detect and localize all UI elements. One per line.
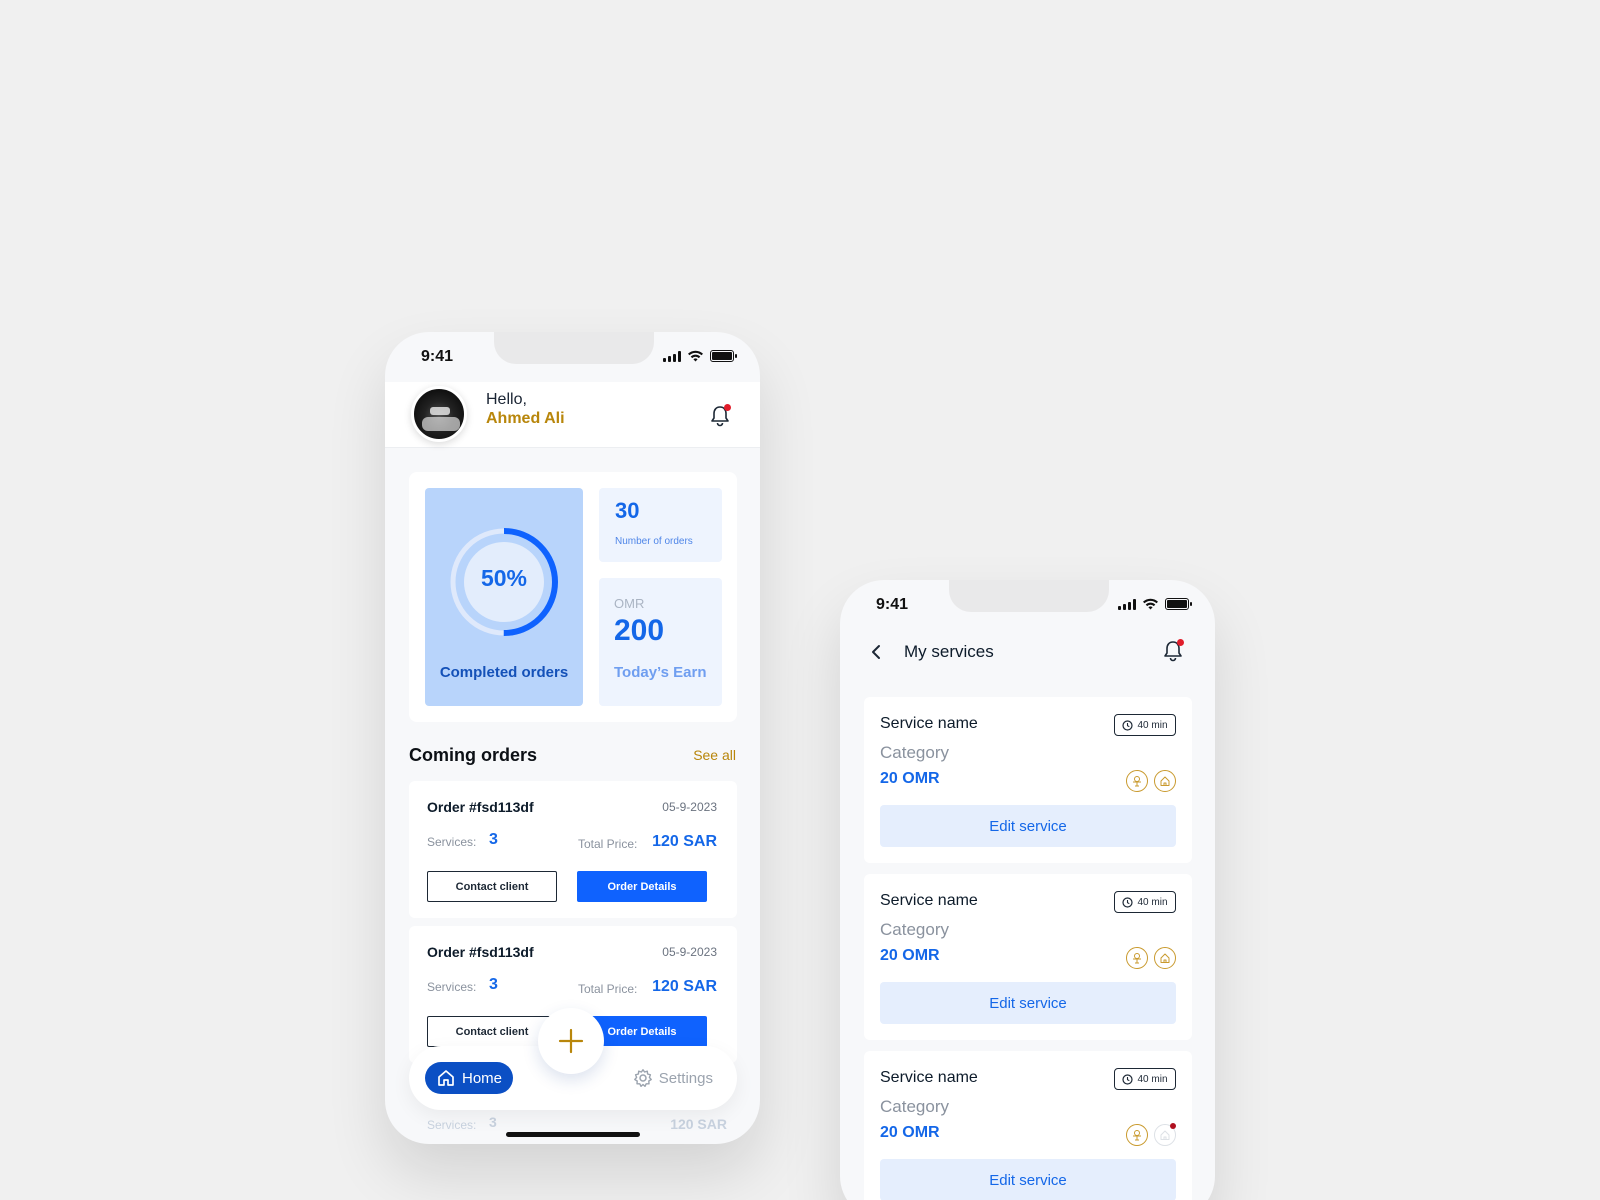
section-title: Coming orders [409, 745, 538, 765]
services-label: Services: [427, 835, 477, 849]
battery-icon [710, 350, 737, 362]
service-card[interactable]: Service name Category 20 OMR 40 min Edit… [864, 874, 1192, 1040]
add-button[interactable] [538, 1008, 604, 1074]
service-price: 20 OMR [880, 947, 940, 964]
back-arrow-icon[interactable] [866, 642, 886, 662]
service-type-icons [1126, 947, 1176, 969]
duration-badge: 40 min [1114, 714, 1176, 736]
salon-icon [1126, 770, 1148, 792]
services-count: 3 [489, 976, 498, 993]
notification-bell-icon[interactable] [1160, 638, 1186, 664]
peek-services-count: 3 [489, 1114, 497, 1130]
status-icons [663, 350, 737, 362]
nav-settings-label: Settings [658, 1069, 713, 1087]
orders-label: Number of orders [615, 536, 693, 547]
services-count: 3 [489, 831, 498, 848]
home-service-icon [1154, 770, 1176, 792]
orders-count: 30 [615, 498, 640, 523]
page-title: My services [904, 642, 994, 661]
service-price: 20 OMR [880, 770, 940, 787]
see-all-link[interactable]: See all [693, 747, 736, 763]
signal-icon [1118, 599, 1136, 610]
order-id: Order #fsd113df [427, 944, 534, 960]
clock-icon [1122, 719, 1134, 731]
status-time: 9:41 [876, 596, 909, 613]
services-label: Services: [427, 980, 477, 994]
service-category: Category [880, 920, 949, 939]
my-services-screen: 9:41 My services Service name Category 2… [840, 580, 1215, 1200]
service-type-icons [1126, 770, 1176, 792]
clock-icon [1122, 1073, 1134, 1085]
service-name: Service name [880, 715, 978, 732]
duration-badge: 40 min [1114, 1068, 1176, 1090]
order-date: 05-9-2023 [662, 945, 717, 959]
notch [494, 332, 654, 364]
salon-icon [1126, 1124, 1148, 1146]
earn-currency: OMR [614, 596, 645, 611]
order-details-button[interactable]: Order Details [577, 871, 707, 902]
completed-percent: 50% [480, 565, 528, 591]
completed-orders-box[interactable]: 50% Completed orders [425, 488, 583, 706]
edit-service-button[interactable]: Edit service [880, 805, 1176, 847]
service-name: Service name [880, 1069, 978, 1086]
edit-service-button[interactable]: Edit service [880, 1159, 1176, 1200]
total-price-label: Total Price: [578, 837, 638, 851]
gear-icon [633, 1069, 652, 1087]
service-name: Service name [880, 892, 978, 909]
nav-home-label: Home [461, 1069, 502, 1087]
wifi-icon [1143, 598, 1158, 610]
status-time: 9:41 [421, 348, 454, 365]
order-id: Order #fsd113df [427, 799, 534, 815]
service-card[interactable]: Service name Category 20 OMR 40 min Edit… [864, 697, 1192, 863]
completed-label: Completed orders [439, 664, 569, 681]
service-category: Category [880, 1097, 949, 1116]
today-earn-box[interactable]: OMR 200 Today’s Earn [599, 578, 722, 706]
user-name: Ahmed Ali [486, 410, 565, 427]
order-card[interactable]: Order #fsd113df 05-9-2023 Services: 3 To… [409, 781, 737, 918]
service-card[interactable]: Service name Category 20 OMR 40 min Edit… [864, 1051, 1192, 1200]
service-category: Category [880, 743, 949, 762]
battery-icon [1165, 598, 1192, 610]
greeting: Hello, [486, 391, 527, 408]
duration-text: 40 min [1137, 1073, 1168, 1085]
orders-count-box[interactable]: 30 Number of orders [599, 488, 722, 562]
notification-dot [724, 404, 731, 411]
service-price: 20 OMR [880, 1124, 940, 1141]
total-price-value: 120 SAR [652, 833, 717, 850]
earn-amount: 200 [614, 614, 665, 647]
avatar[interactable] [411, 386, 467, 442]
plus-icon [558, 1028, 584, 1054]
total-price-value: 120 SAR [652, 978, 717, 995]
nav-home[interactable]: Home [425, 1062, 513, 1094]
order-date: 05-9-2023 [662, 800, 717, 814]
earn-label: Today’s Earn [614, 664, 707, 681]
home-indicator [506, 1132, 640, 1137]
salon-icon [1126, 947, 1148, 969]
edit-service-button[interactable]: Edit service [880, 982, 1176, 1024]
home-service-icon [1154, 1123, 1176, 1146]
peek-total-value: 120 SAR [670, 1116, 727, 1132]
total-price-label: Total Price: [578, 982, 638, 996]
status-icons [1118, 598, 1192, 610]
service-type-icons [1126, 1123, 1176, 1146]
stats-card: 50% Completed orders 30 Number of orders… [409, 472, 737, 722]
home-icon [438, 1070, 454, 1086]
header: Hello, Ahmed Ali [385, 382, 760, 448]
home-service-icon [1154, 947, 1176, 969]
contact-client-button[interactable]: Contact client [427, 871, 557, 902]
notification-dot [1177, 639, 1184, 646]
clock-icon [1122, 896, 1134, 908]
duration-text: 40 min [1137, 896, 1168, 908]
duration-badge: 40 min [1114, 891, 1176, 913]
home-screen: 9:41 Hello, Ahmed Ali 50% Completed orde… [385, 332, 760, 1144]
duration-text: 40 min [1137, 719, 1168, 731]
wifi-icon [688, 350, 703, 362]
header: My services [840, 628, 1215, 678]
notification-bell-icon[interactable] [707, 403, 733, 429]
signal-icon [663, 351, 681, 362]
nav-settings[interactable]: Settings [633, 1068, 713, 1088]
notch [949, 580, 1109, 612]
alert-dot [1170, 1123, 1176, 1129]
peek-services-label: Services: [427, 1118, 477, 1132]
